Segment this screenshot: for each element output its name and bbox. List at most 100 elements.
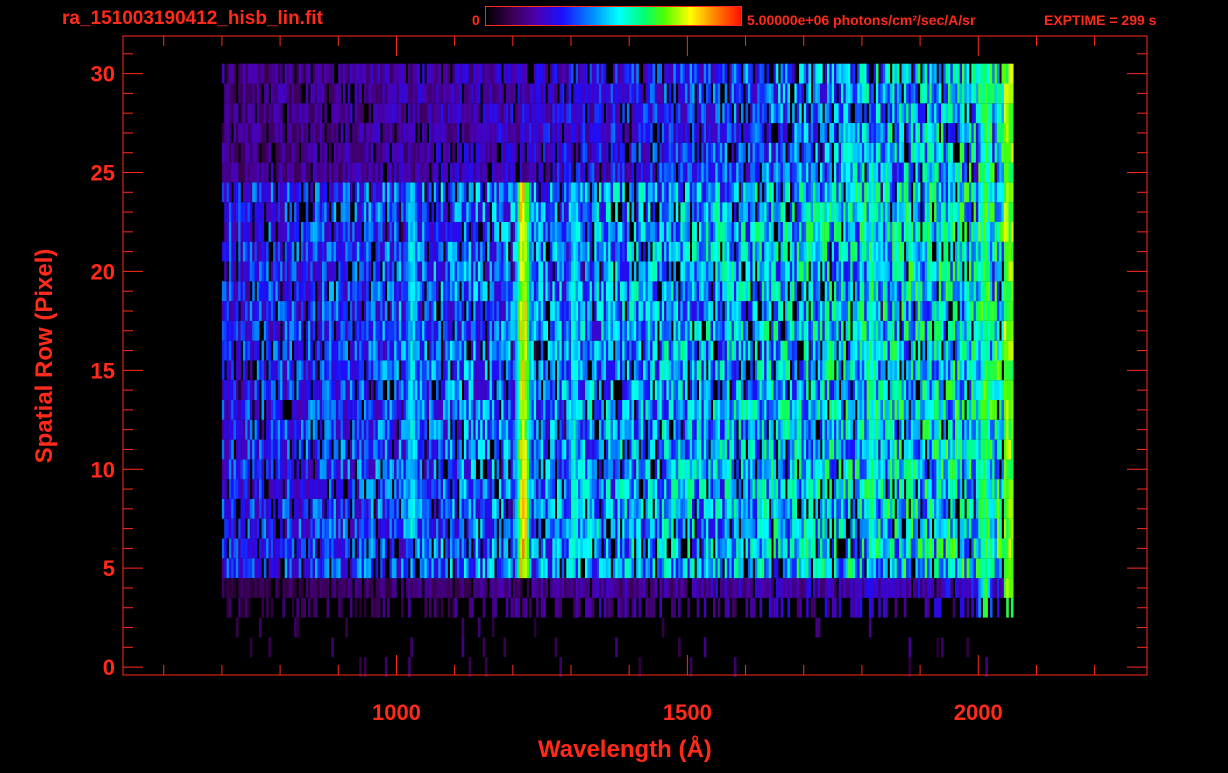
- heatmap-cell: [885, 340, 888, 361]
- heatmap-cell: [401, 281, 404, 302]
- heatmap-cell: [666, 518, 669, 539]
- heatmap-cell: [263, 360, 267, 381]
- heatmap-cell: [463, 479, 467, 499]
- heatmap-cell: [801, 281, 804, 302]
- heatmap-cell: [773, 479, 777, 499]
- heatmap-cell: [231, 498, 234, 519]
- heatmap-cell: [568, 340, 572, 361]
- heatmap-cell: [645, 558, 649, 579]
- heatmap-cell: [589, 479, 593, 499]
- heatmap-cell: [391, 360, 395, 381]
- heatmap-cell: [671, 498, 674, 519]
- heatmap-cell: [887, 360, 891, 381]
- heatmap-cell: [273, 320, 276, 341]
- heatmap-cell: [473, 498, 476, 519]
- heatmap-cell: [338, 578, 341, 598]
- heatmap-cell: [985, 360, 988, 381]
- heatmap-cell: [431, 558, 434, 579]
- heatmap-cell: [417, 301, 420, 321]
- heatmap-cell: [608, 281, 611, 302]
- heatmap-cell: [312, 380, 316, 400]
- heatmap-cell: [512, 419, 516, 440]
- heatmap-cell: [617, 459, 621, 480]
- heatmap-cell: [687, 301, 690, 321]
- heatmap-cell: [996, 360, 1000, 381]
- heatmap-cell: [394, 281, 397, 302]
- heatmap-cell: [277, 320, 281, 341]
- heatmap-cell: [929, 479, 932, 499]
- heatmap-cell: [782, 360, 786, 381]
- heatmap-cell: [738, 340, 742, 361]
- heatmap-cell: [827, 558, 830, 579]
- heatmap-cell: [403, 281, 406, 302]
- heatmap-cell: [252, 320, 255, 341]
- heatmap-cell: [878, 380, 881, 400]
- heatmap-cell: [447, 281, 451, 302]
- heatmap-cell: [996, 301, 1000, 321]
- heatmap-cell: [778, 340, 781, 361]
- heatmap-cell: [989, 558, 993, 579]
- heatmap-cell: [375, 301, 379, 321]
- heatmap-cell: [703, 301, 707, 321]
- heatmap-cell: [405, 479, 409, 499]
- heatmap-cell: [757, 498, 760, 519]
- heatmap-cell: [671, 518, 674, 539]
- heatmap-cell: [587, 498, 590, 519]
- heatmap-cell: [894, 558, 898, 579]
- heatmap-cell: [580, 380, 583, 400]
- heatmap-cell: [906, 400, 909, 420]
- heatmap-cell: [854, 479, 858, 499]
- heatmap-cell: [443, 400, 446, 420]
- heatmap-cell: [929, 400, 932, 420]
- heatmap-cell: [829, 320, 832, 341]
- heatmap-cell: [903, 558, 907, 579]
- heatmap-cell: [852, 360, 856, 381]
- heatmap-cell: [540, 498, 544, 519]
- heatmap-cell: [752, 301, 756, 321]
- heatmap-cell: [813, 400, 816, 420]
- heatmap-cell: [228, 400, 232, 420]
- heatmap-cell: [308, 439, 311, 460]
- heatmap-cell: [559, 320, 562, 341]
- heatmap-cell: [871, 340, 874, 361]
- heatmap-cell: [636, 360, 639, 381]
- heatmap-cell: [417, 340, 420, 361]
- heatmap-cell: [326, 419, 330, 440]
- heatmap-cell: [822, 340, 825, 361]
- heatmap-cell: [752, 320, 756, 341]
- heatmap-cell: [603, 498, 607, 519]
- heatmap-cell: [838, 558, 842, 579]
- heatmap-cell: [824, 578, 828, 598]
- heatmap-cell: [454, 360, 458, 381]
- heatmap-cell: [822, 459, 825, 480]
- heatmap-cell: [438, 479, 441, 499]
- heatmap-cell: [312, 281, 316, 302]
- heatmap-cell: [973, 558, 977, 579]
- heatmap-cell: [740, 518, 744, 539]
- heatmap-cell: [512, 578, 516, 598]
- heatmap-cell: [719, 340, 723, 361]
- heatmap-cell: [969, 400, 972, 420]
- heatmap-cell: [522, 281, 525, 302]
- heatmap-cell: [882, 380, 886, 400]
- heatmap-cell: [359, 657, 362, 677]
- heatmap-cell: [803, 459, 807, 480]
- heatmap-cell: [759, 479, 763, 499]
- heatmap-cell: [252, 281, 255, 302]
- heatmap-cell: [847, 439, 851, 460]
- heatmap-cell: [666, 301, 669, 321]
- heatmap-cell: [582, 360, 586, 381]
- heatmap-cell: [508, 498, 511, 519]
- heatmap-cell: [498, 380, 502, 400]
- heatmap-cell: [419, 380, 423, 400]
- heatmap-cell: [552, 578, 555, 598]
- heatmap-cell: [322, 498, 325, 519]
- heatmap-cell: [375, 538, 379, 559]
- heatmap-cell: [661, 340, 665, 361]
- heatmap-cell: [401, 301, 404, 321]
- heatmap-cell: [743, 400, 746, 420]
- heatmap-cell: [824, 479, 828, 499]
- heatmap-cell: [301, 459, 304, 480]
- heatmap-cell: [536, 400, 539, 420]
- heatmap-cell: [896, 301, 900, 321]
